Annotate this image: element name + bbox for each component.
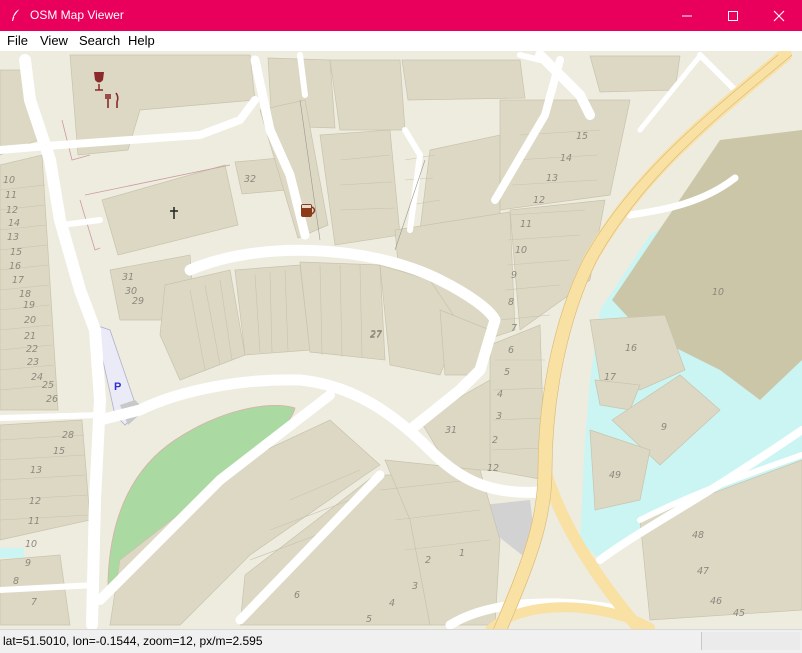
house-number: 2 [425,555,431,566]
house-number: 2 [492,435,498,446]
coordinates-readout: lat=51.5010, lon=-0.1544, zoom=12, px/m=… [3,634,263,648]
map-view[interactable]: P 10 11 12 13 14 15 16 17 18 19 20 21 22… [0,51,802,629]
house-number: 11 [520,219,532,230]
house-number: 13 [30,465,42,476]
house-number: 13 [546,173,558,184]
house-number: 9 [25,558,31,569]
house-number: 10 [25,539,37,550]
house-number: 12 [533,195,545,206]
minimize-icon [682,15,692,16]
house-number: 13 [7,232,19,243]
house-number: 9 [661,422,667,433]
house-number: 22 [26,344,38,355]
house-number: 5 [504,367,510,378]
house-number: 49 [609,470,621,481]
title-bar: OSM Map Viewer [0,0,802,31]
close-button[interactable] [756,0,802,31]
house-number: 10 [3,175,15,186]
house-number: 27 [370,330,382,341]
house-number: 32 [244,174,256,185]
house-number: 12 [6,205,18,216]
house-number: 11 [5,190,17,201]
parking-label: P [114,381,121,393]
house-number: 31 [445,425,457,436]
menu-view[interactable]: View [40,33,68,48]
house-number: 14 [8,218,20,229]
house-number: 7 [31,597,37,608]
house-number: 8 [13,576,19,587]
window-title: OSM Map Viewer [30,8,124,22]
status-panel [701,632,800,650]
house-number: 45 [733,608,745,619]
house-number: 25 [42,380,54,391]
house-number: 3 [412,581,418,592]
house-number: 3 [496,411,502,422]
house-number: 19 [23,300,35,311]
house-number: 6 [294,590,300,601]
house-number: 15 [576,131,588,142]
house-number: 31 [122,272,134,283]
house-number: 30 [125,286,137,297]
house-number: 1 [459,548,465,559]
house-number: 15 [53,446,65,457]
house-number: 16 [9,261,21,272]
house-number: 29 [132,296,144,307]
house-number: 17 [604,372,616,383]
house-number: 5 [366,614,372,625]
house-number: 23 [27,357,39,368]
house-number: 11 [28,516,40,527]
house-number: 15 [10,247,22,258]
house-number: 12 [487,463,499,474]
water-area [0,548,24,558]
house-number: 48 [692,530,704,541]
house-number: 18 [19,289,31,300]
minimize-button[interactable] [664,0,710,31]
house-number: 28 [62,430,74,441]
menu-help[interactable]: Help [128,33,155,48]
house-number: 17 [12,275,24,286]
house-number: 12 [29,496,41,507]
house-number: 8 [508,297,514,308]
house-number: 20 [24,315,36,326]
house-number: 9 [511,270,517,281]
maximize-icon [728,10,738,21]
maximize-button[interactable] [710,0,756,31]
house-number: 26 [46,394,58,405]
house-number: 16 [625,343,637,354]
house-number: 4 [389,598,395,609]
house-number: 47 [697,566,709,577]
feather-icon [12,8,21,21]
menu-file[interactable]: File [7,33,28,48]
house-number: 10 [712,287,724,298]
house-number: 21 [24,331,36,342]
map-canvas[interactable]: P 10 11 12 13 14 15 16 17 18 19 20 21 22… [0,51,802,629]
house-number: 4 [497,389,503,400]
house-number: 46 [710,596,722,607]
close-icon [773,10,785,21]
status-bar: lat=51.5010, lon=-0.1544, zoom=12, px/m=… [0,629,802,653]
menu-search[interactable]: Search [79,33,120,48]
house-number: 10 [515,245,527,256]
house-number: 14 [560,153,572,164]
menu-bar: File View Search Help [0,31,802,51]
house-number: 7 [511,323,517,334]
house-number: 6 [508,345,514,356]
